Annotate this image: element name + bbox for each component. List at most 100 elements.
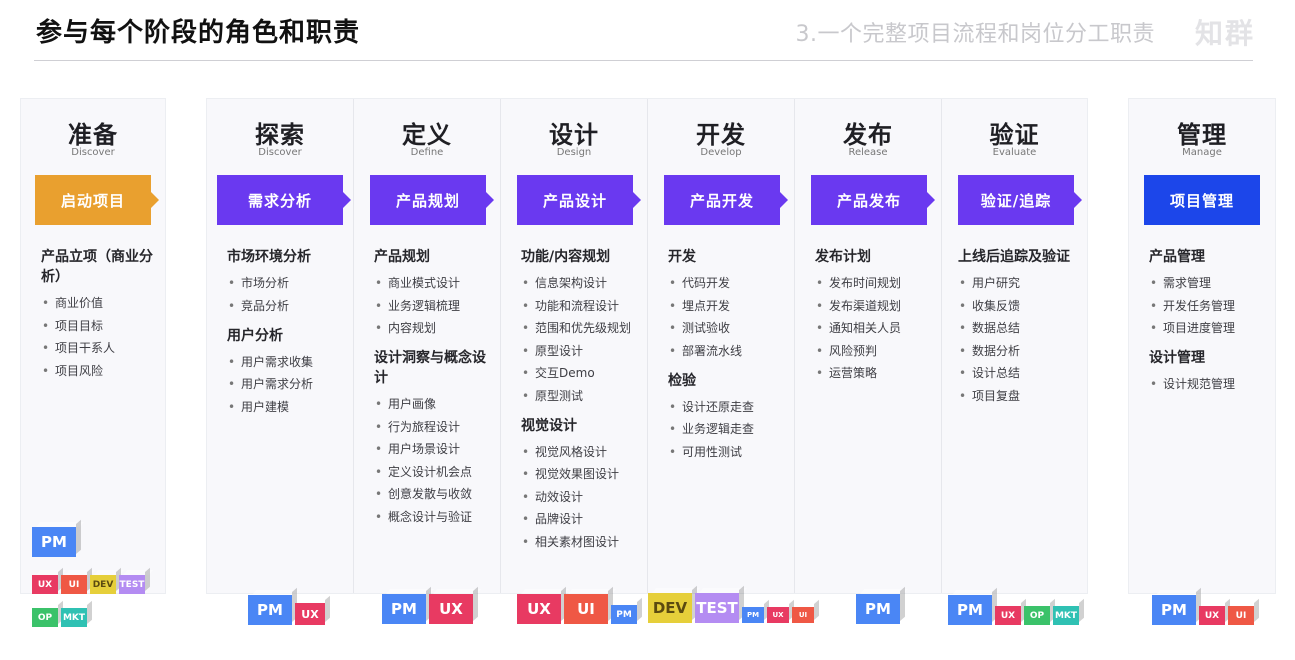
list-item: 项目目标 [41, 318, 153, 334]
role-mkt-cube: MKT [1053, 606, 1079, 625]
list-item: 数据分析 [958, 343, 1081, 359]
group-title: 发布计划 [815, 249, 871, 265]
group-title: 用户分析 [227, 327, 283, 344]
header-divider [34, 60, 1253, 61]
stage-name: 发布 [843, 121, 893, 149]
group-title: 开发 [668, 249, 696, 265]
stage-tag-verify-track: 验证/追踪 [958, 175, 1082, 225]
stage-subtitle: Design [556, 147, 592, 158]
role-ux-cube: UX [517, 594, 561, 624]
stage-name: 定义 [402, 121, 452, 149]
roles-prepare-row1: UX UI DEV TEST [32, 575, 148, 594]
list-item: 行为旅程设计 [374, 419, 488, 435]
list-item: 用户需求分析 [227, 376, 341, 392]
list-item: 项目复盘 [958, 388, 1081, 404]
group-list: 商业模式设计 业务逻辑梳理 内容规划 [374, 275, 488, 336]
group-title: 设计管理 [1149, 350, 1205, 366]
stage-tag-product-release: 产品发布 [811, 175, 935, 225]
list-item: 设计总结 [958, 365, 1081, 381]
role-ux-cube: UX [767, 607, 789, 623]
group-title: 产品规划 [374, 249, 430, 265]
role-ui-cube: UI [61, 575, 87, 594]
roles-explore: PM UX [248, 595, 328, 625]
role-pm-cube: PM [742, 607, 764, 623]
list-item: 开发任务管理 [1149, 298, 1263, 314]
role-op-cube: OP [1024, 606, 1050, 625]
board-manage: 管理 Manage 项目管理 产品管理 需求管理 开发任务管理 项目进度管理 设… [1128, 98, 1276, 594]
list-item: 原型测试 [521, 388, 635, 404]
group-list: 设计规范管理 [1149, 376, 1263, 392]
list-item: 通知相关人员 [815, 320, 929, 336]
stage-tag-project-management: 项目管理 [1144, 175, 1260, 225]
stage-column-explore: 探索 Discover 需求分析 市场环境分析 市场分析 竞品分析 用户分析 用… [207, 99, 353, 593]
group-title: 检验 [668, 372, 696, 389]
list-item: 收集反馈 [958, 298, 1081, 314]
stage-subtitle: Discover [258, 147, 302, 158]
list-item: 商业价值 [41, 295, 153, 311]
role-test-cube: TEST [695, 593, 739, 623]
list-item: 范围和优先级规划 [521, 320, 635, 336]
stage-content: 市场环境分析 市场分析 竞品分析 用户分析 用户需求收集 用户需求分析 用户建模 [227, 247, 341, 427]
group-list: 代码开发 埋点开发 测试验收 部署流水线 [668, 275, 782, 359]
stage-name: 验证 [989, 121, 1040, 149]
stage-content: 产品立项（商业分析） 商业价值 项目目标 项目干系人 项目风险 [41, 247, 153, 391]
roles-release: PM [856, 594, 903, 624]
stage-tag-product-development: 产品开发 [664, 175, 788, 225]
stage-subtitle: Define [410, 147, 444, 158]
stage-tag-product-design: 产品设计 [517, 175, 641, 225]
list-item: 定义设计机会点 [374, 464, 488, 480]
role-ux-cube: UX [429, 594, 473, 624]
stage-content: 发布计划 发布时间规划 发布渠道规划 通知相关人员 风险预判 运营策略 [815, 247, 929, 393]
stage-subtitle: Release [848, 147, 888, 158]
stage-column-prepare: 准备 Discover 启动项目 产品立项（商业分析） 商业价值 项目目标 项目… [21, 99, 165, 593]
stage-tag-requirement-analysis: 需求分析 [217, 175, 351, 225]
role-ux-cube: UX [1199, 606, 1225, 625]
list-item: 品牌设计 [521, 511, 635, 527]
stage-content: 产品规划 商业模式设计 业务逻辑梳理 内容规划 设计洞察与概念设计 用户画像 行… [374, 247, 488, 537]
stage-tag-product-planning: 产品规划 [370, 175, 494, 225]
role-dev-cube: DEV [90, 575, 116, 594]
stage-subtitle: Discover [71, 147, 115, 158]
stage-column-develop: 开发 Develop 产品开发 开发 代码开发 埋点开发 测试验收 部署流水线 … [647, 99, 794, 593]
role-ux-cube: UX [32, 575, 58, 594]
group-list: 商业价值 项目目标 项目干系人 项目风险 [41, 295, 153, 379]
role-pm-cube: PM [248, 595, 292, 625]
role-pm-cube: PM [382, 594, 426, 624]
list-item: 商业模式设计 [374, 275, 488, 291]
list-item: 项目干系人 [41, 340, 153, 356]
role-ui-cube: UI [1228, 606, 1254, 625]
group-title: 设计洞察与概念设计 [374, 350, 486, 386]
list-item: 用户画像 [374, 396, 488, 412]
stage-column-evaluate: 验证 Evaluate 验证/追踪 上线后追踪及验证 用户研究 收集反馈 数据总… [941, 99, 1087, 593]
list-item: 埋点开发 [668, 298, 782, 314]
section-title: 3.一个完整项目流程和岗位分工职责 [795, 22, 1155, 47]
list-item: 运营策略 [815, 365, 929, 381]
list-item: 部署流水线 [668, 343, 782, 359]
list-item: 相关素材图设计 [521, 534, 635, 550]
board-prepare: 准备 Discover 启动项目 产品立项（商业分析） 商业价值 项目目标 项目… [20, 98, 166, 594]
stage-subtitle: Evaluate [992, 147, 1037, 158]
group-title: 视觉设计 [521, 417, 577, 434]
roles-evaluate: PM UX OP MKT [948, 595, 1082, 625]
role-pm-cube: PM [1152, 595, 1196, 625]
brand-logo: 知群 [1194, 17, 1255, 50]
list-item: 数据总结 [958, 320, 1081, 336]
stage-name: 探索 [255, 121, 305, 149]
group-list: 设计还原走查 业务逻辑走查 可用性测试 [668, 399, 782, 460]
group-list: 用户需求收集 用户需求分析 用户建模 [227, 354, 341, 415]
list-item: 设计还原走查 [668, 399, 782, 415]
list-item: 信息架构设计 [521, 275, 635, 291]
list-item: 内容规划 [374, 320, 488, 336]
list-item: 设计规范管理 [1149, 376, 1263, 392]
stage-name: 开发 [696, 121, 746, 149]
role-pm-cube: PM [948, 595, 992, 625]
stage-content: 产品管理 需求管理 开发任务管理 项目进度管理 设计管理 设计规范管理 [1149, 247, 1263, 404]
role-ui-cube: UI [792, 607, 814, 623]
roles-develop: DEV TEST PM UX UI [648, 593, 817, 623]
role-mkt-cube: MKT [61, 608, 87, 627]
role-ui-cube: UI [564, 594, 608, 624]
list-item: 项目风险 [41, 363, 153, 379]
stage-tag-start-project: 启动项目 [35, 175, 159, 225]
group-title: 市场环境分析 [227, 249, 311, 265]
stage-name: 准备 [68, 121, 118, 149]
